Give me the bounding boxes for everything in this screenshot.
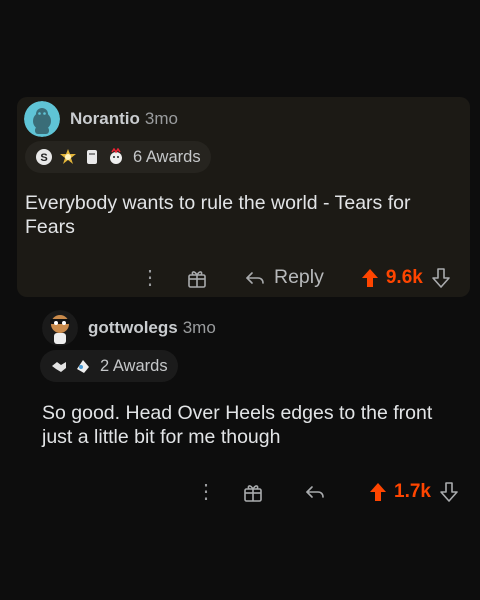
reply-icon[interactable] [244, 267, 266, 289]
bravo-award-icon [74, 357, 92, 375]
avatar[interactable] [42, 310, 78, 346]
awards-count: 2 Awards [100, 356, 168, 375]
reply-score: 1.7k [394, 480, 431, 502]
user-avatar-icon [42, 310, 78, 346]
more-options-icon[interactable]: ⋮ [140, 265, 160, 290]
comment-author[interactable]: Norantio [70, 109, 140, 129]
wholesome-award-icon [83, 148, 101, 166]
svg-text:S: S [40, 152, 47, 164]
avatar[interactable] [24, 101, 60, 137]
upvote-icon[interactable] [368, 481, 388, 503]
awards-count: 6 Awards [133, 147, 201, 166]
reply-body: So good. Head Over Heels edges to the fr… [42, 402, 433, 448]
gift-award-icon[interactable] [242, 481, 264, 503]
reply-age: 3mo [182, 318, 216, 337]
reply-card: gottwolegs 3mo 2 Awards So good. Head Ov… [30, 305, 470, 525]
awards-bar[interactable]: 2 Awards [40, 350, 178, 382]
reply-button[interactable]: Reply [274, 266, 324, 289]
comment-header: Norantio 3mo [24, 101, 178, 137]
comment-score: 9.6k [385, 266, 423, 288]
reply-actions: ⋮ 1.7k [196, 479, 459, 504]
reply-icon[interactable] [304, 481, 326, 503]
silver-award-icon: S [35, 148, 53, 166]
reply-author[interactable]: gottwolegs [88, 318, 178, 338]
comment-body: Everybody wants to rule the world - Tear… [25, 192, 411, 238]
reply-header: gottwolegs 3mo [42, 310, 216, 346]
more-options-icon[interactable]: ⋮ [196, 479, 216, 504]
snoo-avatar-icon [24, 101, 60, 137]
handshake-award-icon [50, 357, 68, 375]
awards-bar[interactable]: S 6 Awards [25, 141, 211, 173]
gold-award-icon [59, 148, 77, 166]
comment-actions: ⋮ Reply 9.6k [140, 265, 451, 290]
downvote-icon[interactable] [439, 481, 459, 503]
upvote-icon[interactable] [360, 267, 380, 289]
comment-age: 3mo [144, 109, 178, 128]
helpful-award-icon [107, 147, 125, 166]
downvote-icon[interactable] [431, 267, 451, 289]
comment-card: Norantio 3mo S 6 Awards Everybody wants … [17, 97, 470, 297]
gift-award-icon[interactable] [186, 267, 208, 289]
